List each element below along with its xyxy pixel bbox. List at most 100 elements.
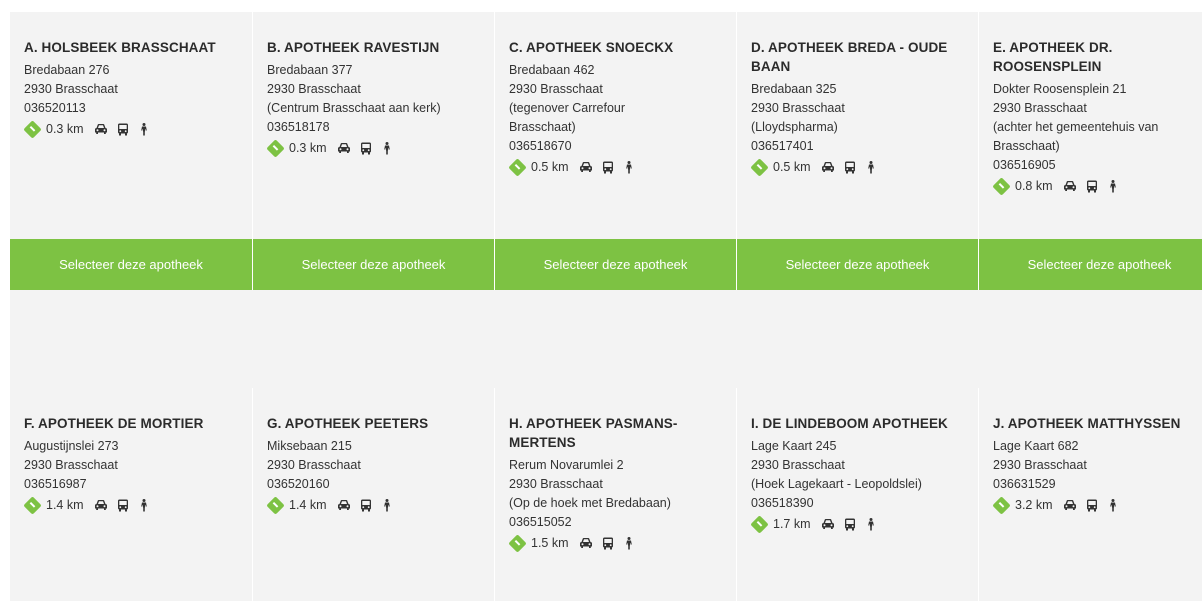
- route-icon[interactable]: [23, 119, 42, 139]
- pharmacy-address-line: 2930 Brasschaat: [267, 82, 361, 96]
- pharmacy-info: H. APOTHEEK PASMANS-MERTENS Rerum Novarum…: [495, 388, 736, 553]
- select-pharmacy-button[interactable]: Selecteer deze apotheek: [10, 239, 252, 290]
- car-icon[interactable]: [337, 499, 351, 511]
- walk-icon[interactable]: [625, 537, 639, 550]
- select-pharmacy-button[interactable]: Selecteer deze apotheek: [495, 239, 736, 290]
- pharmacy-address-line: 036518670: [509, 139, 572, 153]
- route-icon[interactable]: [750, 514, 769, 534]
- route-icon[interactable]: [266, 138, 285, 158]
- pharmacy-address-line: (Hoek Lagekaart - Leopoldslei): [751, 477, 922, 491]
- walk-icon[interactable]: [140, 499, 154, 512]
- pharmacy-travel-options: 1.4 km: [266, 495, 484, 515]
- walk-icon[interactable]: [383, 142, 397, 155]
- pharmacy-info: J. APOTHEEK MATTHYSSEN Lage Kaart 682 2930…: [979, 388, 1202, 515]
- pharmacy-distance: 0.8 km: [1015, 179, 1053, 193]
- walk-icon[interactable]: [383, 499, 397, 512]
- bus-icon[interactable]: [117, 499, 131, 512]
- pharmacy-address-line: Lage Kaart 245: [751, 439, 837, 453]
- pharmacy-info: A. HOLSBEEK BRASSCHAAT Bredabaan 276 2930 …: [10, 12, 252, 139]
- pharmacy-card: C. APOTHEEK SNOECKX Bredabaan 462 2930 Bra…: [494, 12, 736, 290]
- bus-icon[interactable]: [602, 161, 616, 174]
- route-icon[interactable]: [508, 533, 527, 553]
- pharmacy-address-line: 036518178: [267, 120, 330, 134]
- select-pharmacy-button[interactable]: Selecteer deze apotheek: [979, 239, 1202, 290]
- pharmacy-address-line: 036520113: [24, 101, 86, 115]
- pharmacy-address-line: 2930 Brasschaat: [751, 101, 845, 115]
- walk-icon[interactable]: [1109, 180, 1123, 193]
- pharmacy-address-line: 2930 Brasschaat: [509, 477, 603, 491]
- pharmacy-distance: 3.2 km: [1015, 498, 1053, 512]
- pharmacy-card: B. APOTHEEK RAVESTIJN Bredabaan 377 2930 B…: [252, 12, 494, 290]
- pharmacy-info: G. APOTHEEK PEETERS Miksebaan 215 2930 Bra…: [253, 388, 494, 515]
- pharmacy-distance: 0.3 km: [46, 122, 84, 136]
- pharmacy-distance: 1.4 km: [289, 498, 327, 512]
- select-pharmacy-button[interactable]: Selecteer deze apotheek: [737, 239, 978, 290]
- pharmacy-address-line: 036517401: [751, 139, 814, 153]
- bus-icon[interactable]: [602, 537, 616, 550]
- pharmacy-row-2: F. APOTHEEK DE MORTIER Augustijnslei 273 2…: [10, 388, 1202, 614]
- pharmacy-address-line: 2930 Brasschaat: [267, 458, 361, 472]
- car-icon[interactable]: [1063, 180, 1077, 192]
- pharmacy-address-line: Miksebaan 215: [267, 439, 352, 453]
- pharmacy-address-line: (achter het gemeentehuis van: [993, 120, 1159, 134]
- bus-icon[interactable]: [117, 123, 131, 136]
- pharmacy-address-line: (Centrum Brasschaat aan kerk): [267, 101, 441, 115]
- pharmacy-card: H. APOTHEEK PASMANS-MERTENS Rerum Novarum…: [494, 388, 736, 614]
- pharmacy-address-line: 036515052: [509, 515, 572, 529]
- pharmacy-address-line: 036520160: [267, 477, 330, 491]
- bus-icon[interactable]: [360, 142, 374, 155]
- car-icon[interactable]: [821, 518, 835, 530]
- car-icon[interactable]: [579, 161, 593, 173]
- bus-icon[interactable]: [1086, 180, 1100, 193]
- pharmacy-travel-options: 0.5 km: [750, 157, 968, 177]
- route-icon[interactable]: [992, 495, 1011, 515]
- pharmacy-address-line: (tegenover Carrefour: [509, 101, 626, 115]
- pharmacy-distance: 0.5 km: [773, 160, 811, 174]
- bus-icon[interactable]: [844, 161, 858, 174]
- pharmacy-name: D. APOTHEEK BREDA - OUDE BAAN: [751, 40, 948, 74]
- pharmacy-travel-options: 1.4 km: [23, 495, 242, 515]
- pharmacy-address-line: 036518390: [751, 496, 814, 510]
- bus-icon[interactable]: [360, 499, 374, 512]
- pharmacy-card: I. DE LINDEBOOM APOTHEEK Lage Kaart 245 29…: [736, 388, 978, 614]
- pharmacy-distance: 0.5 km: [531, 160, 569, 174]
- car-icon[interactable]: [94, 499, 108, 511]
- pharmacy-address-line: 036516987: [24, 477, 87, 491]
- pharmacy-address-line: Bredabaan 377: [267, 63, 353, 77]
- pharmacy-name: A. HOLSBEEK BRASSCHAAT: [24, 40, 216, 55]
- pharmacy-distance: 1.4 km: [46, 498, 84, 512]
- bus-icon[interactable]: [1086, 499, 1100, 512]
- pharmacy-info: D. APOTHEEK BREDA - OUDE BAAN Bredabaan 3…: [737, 12, 978, 177]
- pharmacy-travel-options: 0.3 km: [266, 138, 484, 158]
- pharmacy-travel-options: 0.8 km: [992, 176, 1202, 196]
- route-icon[interactable]: [750, 157, 769, 177]
- pharmacy-address-line: 2930 Brasschaat: [24, 458, 118, 472]
- walk-icon[interactable]: [625, 161, 639, 174]
- pharmacy-name: I. DE LINDEBOOM APOTHEEK: [751, 416, 948, 431]
- pharmacy-distance: 0.3 km: [289, 141, 327, 155]
- route-icon[interactable]: [23, 495, 42, 515]
- select-pharmacy-button[interactable]: Selecteer deze apotheek: [253, 239, 494, 290]
- pharmacy-travel-options: 0.5 km: [508, 157, 726, 177]
- pharmacy-name: B. APOTHEEK RAVESTIJN: [267, 40, 440, 55]
- pharmacy-info: B. APOTHEEK RAVESTIJN Bredabaan 377 2930 B…: [253, 12, 494, 158]
- walk-icon[interactable]: [867, 161, 881, 174]
- car-icon[interactable]: [337, 142, 351, 154]
- route-icon[interactable]: [508, 157, 527, 177]
- pharmacy-card: F. APOTHEEK DE MORTIER Augustijnslei 273 2…: [10, 388, 252, 614]
- pharmacy-travel-options: 1.7 km: [750, 514, 968, 534]
- route-icon[interactable]: [266, 495, 285, 515]
- pharmacy-distance: 1.7 km: [773, 517, 811, 531]
- route-icon[interactable]: [992, 176, 1011, 196]
- car-icon[interactable]: [1063, 499, 1077, 511]
- pharmacy-address-line: 2930 Brasschaat: [993, 458, 1087, 472]
- walk-icon[interactable]: [867, 518, 881, 531]
- walk-icon[interactable]: [140, 123, 154, 136]
- car-icon[interactable]: [821, 161, 835, 173]
- car-icon[interactable]: [94, 123, 108, 135]
- car-icon[interactable]: [579, 537, 593, 549]
- pharmacy-name: J. APOTHEEK MATTHYSSEN: [993, 416, 1181, 431]
- pharmacy-row-1: A. HOLSBEEK BRASSCHAAT Bredabaan 276 2930 …: [10, 12, 1202, 290]
- walk-icon[interactable]: [1109, 499, 1123, 512]
- bus-icon[interactable]: [844, 518, 858, 531]
